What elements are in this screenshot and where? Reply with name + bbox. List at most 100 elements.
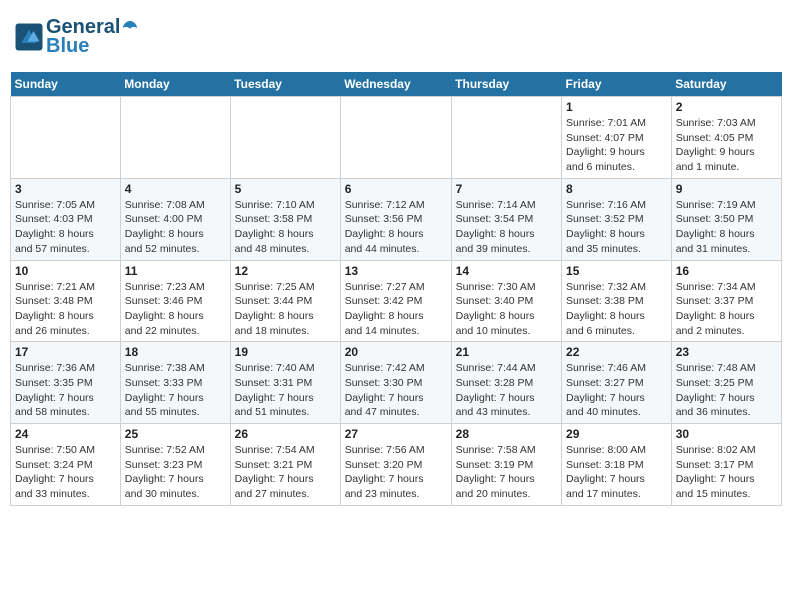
calendar-cell: 4 Sunrise: 7:08 AMSunset: 4:00 PMDaylight… [120,178,230,260]
calendar-cell: 3 Sunrise: 7:05 AMSunset: 4:03 PMDaylight… [11,178,121,260]
day-info: Sunrise: 7:52 AMSunset: 3:23 PMDaylight:… [125,443,226,502]
calendar-cell: 25 Sunrise: 7:52 AMSunset: 3:23 PMDayligh… [120,424,230,506]
day-number: 27 [345,427,447,441]
day-info: Sunrise: 7:01 AMSunset: 4:07 PMDaylight:… [566,116,667,175]
day-number: 6 [345,182,447,196]
day-info: Sunrise: 7:44 AMSunset: 3:28 PMDaylight:… [456,361,557,420]
day-info: Sunrise: 7:27 AMSunset: 3:42 PMDaylight:… [345,280,447,339]
day-number: 23 [676,345,777,359]
day-number: 7 [456,182,557,196]
day-number: 30 [676,427,777,441]
day-info: Sunrise: 7:21 AMSunset: 3:48 PMDaylight:… [15,280,116,339]
logo-icon [14,22,44,52]
calendar-week-row: 24 Sunrise: 7:50 AMSunset: 3:24 PMDayligh… [11,424,782,506]
calendar-cell: 12Sunrise: 7:25 AMSunset: 3:44 PMDayligh… [230,260,340,342]
calendar-cell: 5 Sunrise: 7:10 AMSunset: 3:58 PMDaylight… [230,178,340,260]
day-info: Sunrise: 8:00 AMSunset: 3:18 PMDaylight:… [566,443,667,502]
logo: General Blue [14,16,140,58]
calendar-cell: 10 Sunrise: 7:21 AMSunset: 3:48 PMDayligh… [11,260,121,342]
weekday-header-wednesday: Wednesday [340,72,451,97]
day-info: Sunrise: 7:50 AMSunset: 3:24 PMDaylight:… [15,443,116,502]
day-info: Sunrise: 7:58 AMSunset: 3:19 PMDaylight:… [456,443,557,502]
weekday-header-thursday: Thursday [451,72,561,97]
day-number: 13 [345,264,447,278]
day-info: Sunrise: 7:46 AMSunset: 3:27 PMDaylight:… [566,361,667,420]
calendar-cell [230,97,340,179]
calendar-cell: 21 Sunrise: 7:44 AMSunset: 3:28 PMDayligh… [451,342,561,424]
calendar-table: SundayMondayTuesdayWednesdayThursdayFrid… [10,72,782,506]
day-info: Sunrise: 7:42 AMSunset: 3:30 PMDaylight:… [345,361,447,420]
day-number: 18 [125,345,226,359]
day-number: 10 [15,264,116,278]
weekday-header-sunday: Sunday [11,72,121,97]
calendar-cell: 6 Sunrise: 7:12 AMSunset: 3:56 PMDaylight… [340,178,451,260]
calendar-cell [11,97,121,179]
day-info: Sunrise: 7:48 AMSunset: 3:25 PMDaylight:… [676,361,777,420]
calendar-cell: 29 Sunrise: 8:00 AMSunset: 3:18 PMDayligh… [562,424,672,506]
day-number: 25 [125,427,226,441]
day-info: Sunrise: 7:56 AMSunset: 3:20 PMDaylight:… [345,443,447,502]
day-number: 29 [566,427,667,441]
day-number: 24 [15,427,116,441]
day-number: 20 [345,345,447,359]
day-info: Sunrise: 7:10 AMSunset: 3:58 PMDaylight:… [235,198,336,257]
day-number: 2 [676,100,777,114]
calendar-cell: 17Sunrise: 7:36 AMSunset: 3:35 PMDayligh… [11,342,121,424]
calendar-cell: 9Sunrise: 7:19 AMSunset: 3:50 PMDaylight… [671,178,781,260]
calendar-cell: 16 Sunrise: 7:34 AMSunset: 3:37 PMDayligh… [671,260,781,342]
day-number: 15 [566,264,667,278]
day-info: Sunrise: 7:32 AMSunset: 3:38 PMDaylight:… [566,280,667,339]
day-info: Sunrise: 7:25 AMSunset: 3:44 PMDaylight:… [235,280,336,339]
day-number: 1 [566,100,667,114]
day-info: Sunrise: 7:12 AMSunset: 3:56 PMDaylight:… [345,198,447,257]
day-number: 16 [676,264,777,278]
calendar-cell: 22 Sunrise: 7:46 AMSunset: 3:27 PMDayligh… [562,342,672,424]
calendar-cell [340,97,451,179]
calendar-cell: 11Sunrise: 7:23 AMSunset: 3:46 PMDayligh… [120,260,230,342]
day-number: 28 [456,427,557,441]
weekday-header-friday: Friday [562,72,672,97]
day-info: Sunrise: 7:23 AMSunset: 3:46 PMDaylight:… [125,280,226,339]
calendar-cell: 18Sunrise: 7:38 AMSunset: 3:33 PMDayligh… [120,342,230,424]
calendar-cell [120,97,230,179]
calendar-week-row: 17Sunrise: 7:36 AMSunset: 3:35 PMDayligh… [11,342,782,424]
day-number: 4 [125,182,226,196]
day-number: 21 [456,345,557,359]
calendar-week-row: 3 Sunrise: 7:05 AMSunset: 4:03 PMDaylight… [11,178,782,260]
day-info: Sunrise: 7:34 AMSunset: 3:37 PMDaylight:… [676,280,777,339]
day-info: Sunrise: 8:02 AMSunset: 3:17 PMDaylight:… [676,443,777,502]
day-number: 22 [566,345,667,359]
calendar-cell: 14Sunrise: 7:30 AMSunset: 3:40 PMDayligh… [451,260,561,342]
day-number: 19 [235,345,336,359]
calendar-week-row: 1 Sunrise: 7:01 AMSunset: 4:07 PMDaylight… [11,97,782,179]
day-info: Sunrise: 7:05 AMSunset: 4:03 PMDaylight:… [15,198,116,257]
calendar-cell: 20 Sunrise: 7:42 AMSunset: 3:30 PMDayligh… [340,342,451,424]
day-info: Sunrise: 7:54 AMSunset: 3:21 PMDaylight:… [235,443,336,502]
weekday-header-tuesday: Tuesday [230,72,340,97]
calendar-cell: 13 Sunrise: 7:27 AMSunset: 3:42 PMDayligh… [340,260,451,342]
calendar-cell: 15 Sunrise: 7:32 AMSunset: 3:38 PMDayligh… [562,260,672,342]
calendar-cell: 2 Sunrise: 7:03 AMSunset: 4:05 PMDaylight… [671,97,781,179]
calendar-cell: 24 Sunrise: 7:50 AMSunset: 3:24 PMDayligh… [11,424,121,506]
calendar-cell: 30 Sunrise: 8:02 AMSunset: 3:17 PMDayligh… [671,424,781,506]
day-number: 8 [566,182,667,196]
calendar-week-row: 10 Sunrise: 7:21 AMSunset: 3:48 PMDayligh… [11,260,782,342]
weekday-header-row: SundayMondayTuesdayWednesdayThursdayFrid… [11,72,782,97]
day-info: Sunrise: 7:30 AMSunset: 3:40 PMDaylight:… [456,280,557,339]
day-info: Sunrise: 7:03 AMSunset: 4:05 PMDaylight:… [676,116,777,175]
calendar-cell: 1 Sunrise: 7:01 AMSunset: 4:07 PMDaylight… [562,97,672,179]
day-info: Sunrise: 7:36 AMSunset: 3:35 PMDaylight:… [15,361,116,420]
day-number: 3 [15,182,116,196]
calendar-cell [451,97,561,179]
weekday-header-monday: Monday [120,72,230,97]
day-info: Sunrise: 7:08 AMSunset: 4:00 PMDaylight:… [125,198,226,257]
weekday-header-saturday: Saturday [671,72,781,97]
day-info: Sunrise: 7:16 AMSunset: 3:52 PMDaylight:… [566,198,667,257]
page-header: General Blue [10,10,782,64]
calendar-cell: 27 Sunrise: 7:56 AMSunset: 3:20 PMDayligh… [340,424,451,506]
calendar-cell: 19Sunrise: 7:40 AMSunset: 3:31 PMDayligh… [230,342,340,424]
day-info: Sunrise: 7:14 AMSunset: 3:54 PMDaylight:… [456,198,557,257]
day-number: 26 [235,427,336,441]
day-number: 5 [235,182,336,196]
logo-bird-icon [121,19,139,37]
